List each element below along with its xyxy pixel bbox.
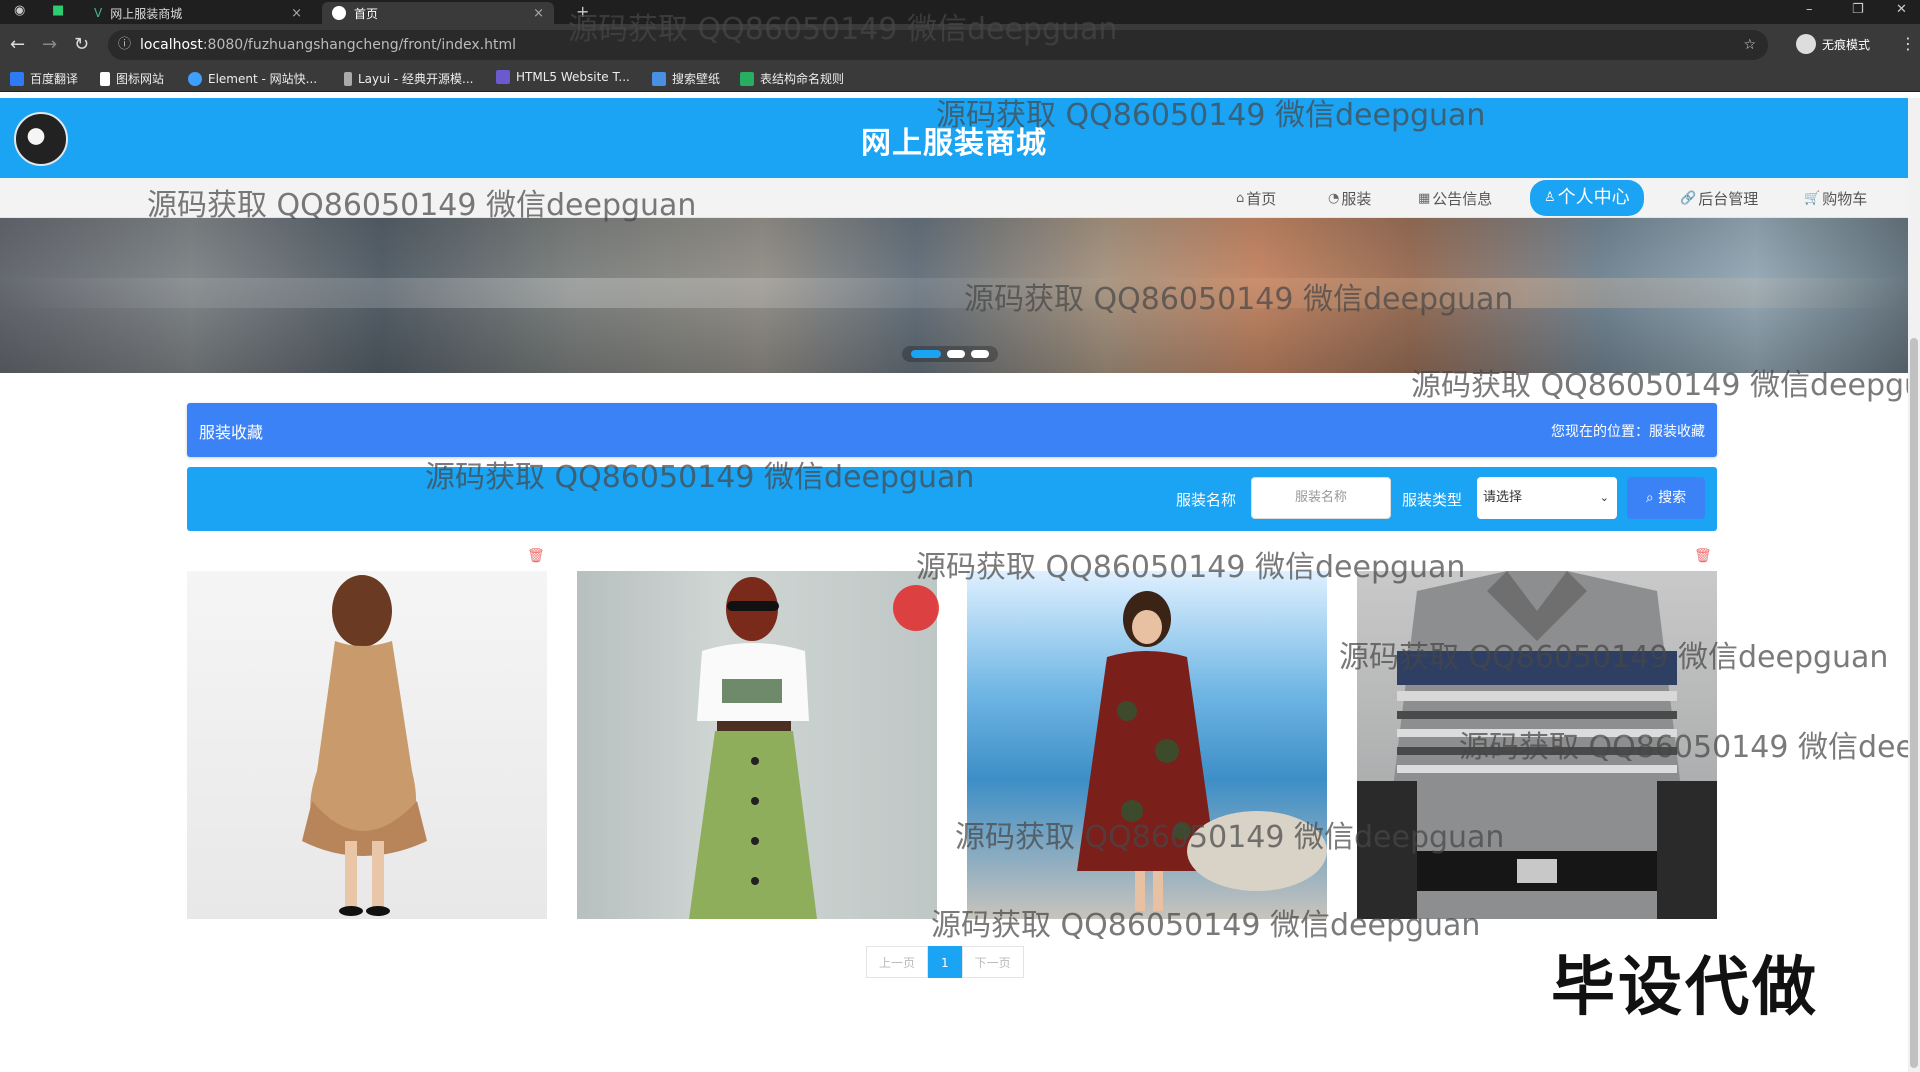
product-image <box>967 571 1327 919</box>
prev-page-button[interactable]: 上一页 <box>866 946 929 978</box>
breadcrumb-current[interactable]: 服装收藏 <box>1649 424 1705 440</box>
next-page-button[interactable]: 下一页 <box>961 946 1024 978</box>
browser-menu-icon[interactable]: ⋮ <box>1900 34 1916 53</box>
name-input[interactable]: 服装名称 <box>1251 477 1391 519</box>
type-label: 服装类型 <box>1402 491 1463 509</box>
bookmark-item[interactable]: 百度翻译 <box>10 70 78 87</box>
app-icon: ■ <box>52 3 65 18</box>
watermark: 源码获取 QQ86050149 微信deepguan <box>936 98 1486 133</box>
home-icon: ⌂ <box>1236 191 1245 206</box>
type-select[interactable]: 请选择 ⌄ <box>1477 477 1617 519</box>
product-image <box>187 571 547 919</box>
chrome-icon: ◉ <box>14 3 26 18</box>
bookmark-item[interactable]: Element - 网站快... <box>188 70 317 87</box>
search-button[interactable]: ⌕ 搜索 <box>1627 477 1705 519</box>
user-icon: ♙ <box>1544 190 1556 205</box>
dress-figure <box>302 575 427 916</box>
page-viewport: 网上服装商城 ⌂ 首页 ◔ 服装 ▦ 公告信息 ♙ 个人中心 🔗 后台管理 🛒 购物车 服装… <box>0 98 1908 1072</box>
page-scrollbar[interactable] <box>1908 98 1920 1072</box>
restore-icon[interactable]: ❐ <box>1852 2 1864 17</box>
bookmark-item[interactable]: 搜索壁纸 <box>652 70 720 87</box>
breadcrumb: 您现在的位置：服装收藏 <box>1551 424 1705 440</box>
tab-title: 首页 <box>354 6 379 21</box>
chevron-down-icon: ⌄ <box>1599 491 1609 504</box>
product-image <box>577 571 937 919</box>
favorite-item-3[interactable] <box>967 571 1327 919</box>
section-header: 服装收藏 您现在的位置：服装收藏 <box>187 403 1717 457</box>
carousel-indicators <box>902 346 998 362</box>
scrollbar-thumb[interactable] <box>1910 338 1918 1068</box>
vue-icon: V <box>94 6 103 20</box>
wallpaper-icon <box>652 71 666 86</box>
nav-clothing[interactable]: ◔ 服装 <box>1328 186 1371 212</box>
carousel-dot[interactable] <box>911 350 941 358</box>
sheet-icon <box>740 71 754 86</box>
globe-icon <box>332 6 346 20</box>
bookmark-item[interactable]: Layui - 经典开源模... <box>344 70 473 87</box>
url-path: :8080/fuzhuangshangcheng/front/index.htm… <box>202 37 516 53</box>
nav-personal-center[interactable]: ♙ 个人中心 <box>1530 180 1644 216</box>
nav-cart[interactable]: 🛒 购物车 <box>1804 186 1867 212</box>
tab-title: 网上服装商城 <box>110 6 183 21</box>
watermark: 源码获取 QQ86050149 微信deepguan <box>916 550 1466 585</box>
watermark: 源码获取 QQ86050149 微信deepguan <box>1411 368 1908 403</box>
favorite-item-1[interactable] <box>187 571 547 919</box>
search-icon: ⌕ <box>1645 490 1659 506</box>
notice-icon: ▦ <box>1418 191 1431 206</box>
trash-icon[interactable]: 🗑 <box>1694 548 1712 564</box>
nav-home[interactable]: ⌂ 首页 <box>1236 186 1276 212</box>
tag-icon: ◔ <box>1328 191 1340 206</box>
watermark: 源码获取 QQ86050149 微信deepguan <box>964 282 1514 317</box>
bookmark-item[interactable]: 表结构命名规则 <box>740 70 844 87</box>
watermark: 源码获取 QQ86050149 微信deepguan <box>425 460 975 495</box>
incognito-icon <box>1796 34 1816 54</box>
reload-icon[interactable]: ↻ <box>74 34 89 55</box>
bookmark-item[interactable]: 图标网站 <box>100 70 164 87</box>
page-1-button[interactable]: 1 <box>928 946 962 978</box>
bookmark-item[interactable]: HTML5 Website T... <box>496 70 630 84</box>
window-close-icon[interactable]: ✕ <box>1896 2 1907 17</box>
close-icon[interactable]: × <box>291 6 302 21</box>
nav-notices[interactable]: ▦ 公告信息 <box>1418 186 1492 212</box>
url-host: localhost <box>140 37 203 53</box>
banner-image <box>0 278 1908 308</box>
tab-shop[interactable]: V 网上服装商城 × <box>84 2 312 24</box>
pagination: 上一页 1 下一页 <box>866 946 1024 978</box>
info-icon: ⓘ <box>118 37 132 52</box>
forward-icon[interactable]: → <box>42 34 57 55</box>
trash-icon[interactable]: 🗑 <box>527 548 545 564</box>
watermark: 源码获取 QQ86050149 微信deepguan <box>955 820 1505 855</box>
minimize-icon[interactable]: – <box>1806 2 1813 17</box>
incognito-indicator[interactable]: 无痕模式 <box>1796 34 1870 54</box>
floral-dress-figure <box>1077 591 1327 911</box>
back-icon[interactable]: ← <box>10 34 25 55</box>
watermark: 源码获取 QQ86050149 微信deepguan <box>568 12 1118 47</box>
banner-carousel[interactable] <box>0 218 1908 373</box>
watermark: 源码获取 QQ86050149 微信deepguan <box>1459 730 1908 765</box>
watermark-big: 毕设代做 <box>1551 951 1819 1025</box>
translate-icon <box>10 71 24 86</box>
carousel-dot[interactable] <box>971 350 989 358</box>
bookmark-star-icon[interactable]: ☆ <box>1743 30 1756 60</box>
watermark: 源码获取 QQ86050149 微信deepguan <box>1339 640 1889 675</box>
favorite-item-2[interactable] <box>577 571 937 919</box>
section-title: 服装收藏 <box>199 423 264 442</box>
skirt-figure <box>689 577 817 919</box>
link-icon: 🔗 <box>1680 191 1697 206</box>
nav-admin[interactable]: 🔗 后台管理 <box>1680 186 1758 212</box>
tab-home[interactable]: 首页 × <box>322 2 554 24</box>
html5-icon <box>496 70 510 84</box>
name-label: 服装名称 <box>1176 491 1237 509</box>
watermark: 源码获取 QQ86050149 微信deepguan <box>147 188 697 223</box>
flag-icon <box>100 71 110 86</box>
layui-icon <box>344 71 352 86</box>
watermark: 源码获取 QQ86050149 微信deepguan <box>931 908 1481 943</box>
bookmarks-bar: 百度翻译 图标网站 Element - 网站快... Layui - 经典开源模… <box>0 66 1920 92</box>
incognito-label: 无痕模式 <box>1822 37 1871 52</box>
cart-icon: 🛒 <box>1804 191 1821 206</box>
element-icon <box>188 71 202 86</box>
carousel-dot[interactable] <box>947 350 965 358</box>
close-icon[interactable]: × <box>533 6 544 21</box>
cursor-highlight <box>893 585 939 631</box>
